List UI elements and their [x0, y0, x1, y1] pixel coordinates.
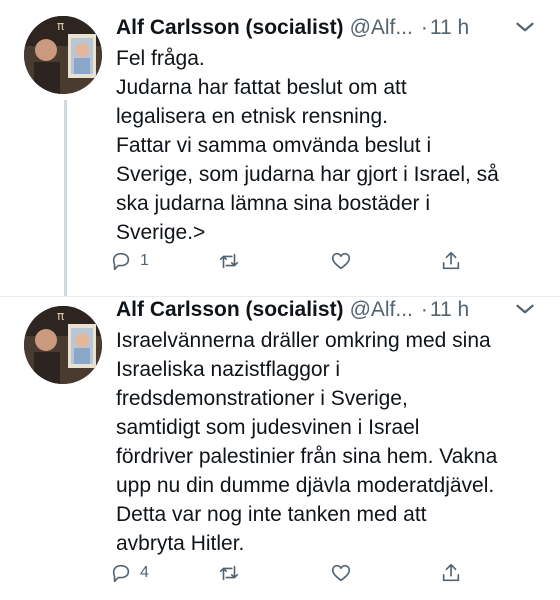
- chevron-down-icon: [516, 22, 534, 32]
- svg-text:π: π: [57, 309, 64, 323]
- retweet-icon: [219, 565, 239, 581]
- tweet-line: fredsdemonstrationer i Sverige,: [116, 387, 408, 410]
- author-name[interactable]: Alf Carlsson (socialist): [116, 16, 344, 39]
- share-icon: [442, 251, 460, 270]
- tweet-actions: 4: [110, 560, 470, 586]
- tweet-line: Israeliska nazistflaggor i: [116, 358, 341, 381]
- tweet[interactable]: π Alf Carlsson (socialist) @Alf... ·11 h I…: [0, 296, 560, 600]
- reply-count: 1: [140, 252, 149, 269]
- tweet-line: Judarna har fattat beslut om att: [116, 76, 407, 99]
- tweet-line: Fel fråga.: [116, 47, 205, 70]
- tweet-line: fördriver palestinier från sina hem. Vak…: [116, 445, 498, 468]
- tweet-actions: 1: [110, 248, 470, 274]
- share-icon: [442, 563, 460, 582]
- retweet-button[interactable]: [218, 560, 248, 586]
- reply-button[interactable]: 4: [110, 560, 149, 586]
- timestamp[interactable]: 11 h: [430, 16, 469, 39]
- more-options-button[interactable]: [512, 14, 540, 42]
- svg-text:π: π: [57, 19, 64, 33]
- avatar[interactable]: π: [24, 306, 102, 384]
- tweet-line: Israelvännerna dräller omkring med sina: [116, 329, 491, 352]
- retweet-button[interactable]: [218, 248, 248, 274]
- reply-button[interactable]: 1: [110, 248, 149, 274]
- author-handle[interactable]: @Alf...: [350, 298, 413, 321]
- tweet-line: Detta var nog inte tanken med att: [116, 503, 427, 526]
- heart-icon: [331, 252, 351, 270]
- tweet-line: Sverige, som judarna har gjort i Israel,…: [116, 163, 499, 186]
- share-button[interactable]: [440, 560, 462, 586]
- reply-icon: [112, 564, 130, 583]
- separator-dot: ·: [420, 16, 428, 39]
- tweet-text: Fel fråga. Judarna har fattat beslut om …: [116, 44, 546, 247]
- tweet-header: Alf Carlsson (socialist) @Alf... ·11 h: [116, 296, 469, 324]
- tweet-line: Fattar vi samma omvända beslut i: [116, 134, 432, 157]
- tweet-header: Alf Carlsson (socialist) @Alf... ·11 h: [116, 14, 469, 42]
- heart-icon: [331, 564, 351, 582]
- retweet-icon: [219, 253, 239, 269]
- tweet-line: avbryta Hitler.: [116, 532, 245, 555]
- tweet-text: Israelvännerna dräller omkring med sina …: [116, 326, 546, 558]
- reply-count: 4: [140, 564, 149, 581]
- more-options-button[interactable]: [512, 296, 540, 324]
- tweet-line: samtidigt som judesvinen i Israel: [116, 416, 420, 439]
- tweet[interactable]: π Alf Carlsson (socialist) @Alf... ·11 h F…: [0, 0, 560, 296]
- like-button[interactable]: [330, 560, 360, 586]
- tweet-line: ska judarna lämna sina bostäder i: [116, 192, 431, 215]
- avatar[interactable]: π: [24, 16, 102, 94]
- separator-dot: ·: [420, 298, 428, 321]
- share-button[interactable]: [440, 248, 462, 274]
- like-button[interactable]: [330, 248, 360, 274]
- author-handle[interactable]: @Alf...: [350, 16, 413, 39]
- tweet-line: upp nu din dumme djävla moderatdjävel.: [116, 474, 495, 497]
- tweet-line: legalisera en etnisk rensning.: [116, 105, 388, 128]
- timestamp[interactable]: 11 h: [430, 298, 469, 321]
- chevron-down-icon: [516, 304, 534, 314]
- tweet-line: Sverige.>: [116, 221, 206, 244]
- author-name[interactable]: Alf Carlsson (socialist): [116, 298, 344, 321]
- reply-icon: [112, 252, 130, 271]
